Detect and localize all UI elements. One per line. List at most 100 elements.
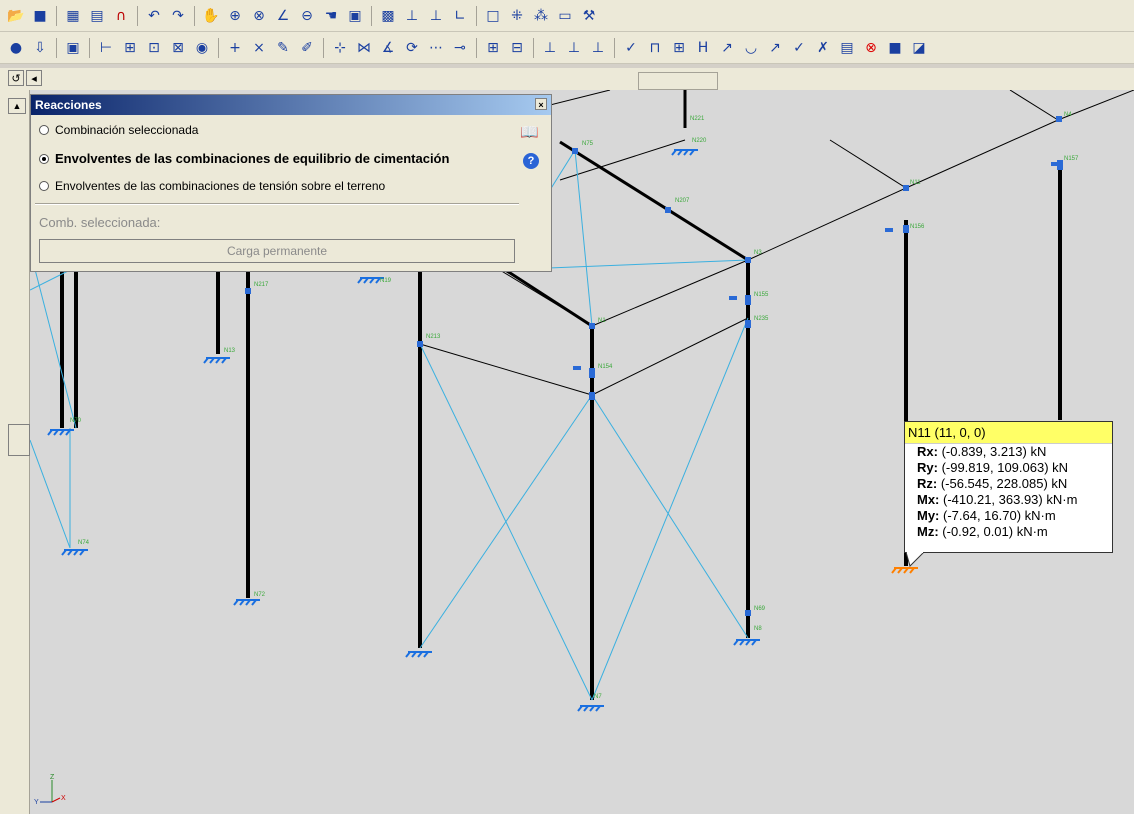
node-label: N11 [910,180,921,186]
axes-icon[interactable]: ∟ [450,6,470,26]
redo-icon[interactable]: ↷ [168,6,188,26]
plus-icon[interactable]: + [225,38,245,58]
diagram-icon[interactable]: ↗ [765,38,785,58]
combination-button[interactable]: Carga permanente [39,239,515,263]
cross-icon[interactable]: × [249,38,269,58]
radio-combinacion-seleccionada[interactable]: Combinación seleccionada [39,123,198,137]
view-toolbar: ↺ ◂ [0,68,1134,90]
dwg-export-icon[interactable]: ▤ [87,6,107,26]
bar-icon[interactable]: ⊢ [96,38,116,58]
load-icon[interactable]: ⊞ [483,38,503,58]
node-label: N156 [910,224,925,230]
axis-y-label: Y [34,799,39,806]
frame-icon[interactable]: ⊓ [645,38,665,58]
beam-icon[interactable]: ⊞ [669,38,689,58]
join-icon[interactable]: ⋈ [354,38,374,58]
h-section-icon[interactable]: H [693,38,713,58]
node-restraint-icon[interactable]: ⊠ [168,38,188,58]
undo-icon[interactable]: ↶ [144,6,164,26]
stop-icon[interactable]: ⊗ [861,38,881,58]
layers-icon[interactable]: ⊥ [402,6,422,26]
close-icon[interactable]: × [535,98,547,110]
node-label: N3 [754,250,762,256]
node-label: N157 [1064,156,1079,162]
tab-placeholder[interactable] [638,72,718,90]
check-icon[interactable]: ✓ [789,38,809,58]
radio-envolventes-tension[interactable]: Envolventes de las combinaciones de tens… [39,179,385,193]
split-icon[interactable]: ⊹ [330,38,350,58]
radio-selected-icon[interactable] [39,153,49,164]
book-icon[interactable]: 📖 [520,123,539,141]
grid-icon[interactable]: ⁜ [507,6,527,26]
node-label: N74 [78,540,90,546]
tooltip-row-label: Mz: [917,524,939,539]
radio-envolventes-equilibrio[interactable]: Envolventes de las combinaciones de equi… [39,151,449,166]
zoom-previous-icon[interactable]: ⊖ [297,6,317,26]
zoom-extents-icon[interactable]: ⊗ [249,6,269,26]
arrow-left-icon[interactable]: ◂ [26,70,42,86]
save-icon[interactable]: ■ [30,6,50,26]
node-icon[interactable]: ⊥ [426,6,446,26]
toolbar-separator [194,5,195,26]
node-label: N69 [754,606,766,612]
restraint-icon[interactable]: ⊥ [540,38,560,58]
scroll-thumb[interactable] [8,424,30,456]
tooltip-row-value: (-56.545, 228.085) kN [937,476,1068,491]
radio-icon[interactable] [39,181,49,191]
tooltip-row-label: My: [917,508,940,523]
find-icon[interactable]: ▩ [378,6,398,26]
panel-titlebar[interactable]: Reacciones × [31,95,551,115]
tooltip-row-rx: Rx: (-0.839, 3.213) kN [905,444,1112,460]
axis-z-label: Z [50,774,55,781]
node-line-icon[interactable]: ⊸ [450,38,470,58]
node-tooltip: N11 (11, 0, 0) Rx: (-0.839, 3.213) kN Ry… [904,421,1113,553]
node-delete-icon[interactable]: ⊡ [144,38,164,58]
snap-icon[interactable]: ⁂ [531,6,551,26]
select-icon[interactable]: ✋ [201,6,221,26]
toolbar-separator [533,37,534,58]
radio-icon[interactable] [39,125,49,135]
view-icon[interactable]: ▭ [555,6,575,26]
help-icon[interactable]: ? [523,153,539,169]
pencil-icon[interactable]: ✎ [273,38,293,58]
curve-icon[interactable]: ◡ [741,38,761,58]
restraint-delete-icon[interactable]: ⊥ [588,38,608,58]
panel-title: Reacciones [35,98,102,112]
globe-icon[interactable]: ● [6,38,26,58]
radio-label: Envolventes de las combinaciones de equi… [55,151,450,166]
results-icon[interactable]: ▣ [63,38,83,58]
report-icon[interactable]: ▤ [837,38,857,58]
redraw-icon[interactable]: ▣ [345,6,365,26]
dash-icon[interactable]: ⋯ [426,38,446,58]
measure-angle-icon[interactable]: ∡ [378,38,398,58]
rotate-icon[interactable]: ⟳ [402,38,422,58]
toolbar-separator [218,37,219,58]
edit-icon[interactable]: ✐ [297,38,317,58]
zoom-window-icon[interactable]: ⊕ [225,6,245,26]
divider [35,203,519,205]
visibility-icon[interactable]: ◉ [192,38,212,58]
rotate-view-icon[interactable]: ↺ [8,70,24,86]
node-label: N220 [692,138,707,144]
check-x-icon[interactable]: ✗ [813,38,833,58]
brush-icon[interactable]: ✓ [621,38,641,58]
node-label: N213 [426,334,441,340]
tools-icon[interactable]: ⚒ [579,6,599,26]
magnet-icon[interactable]: ∩ [111,6,131,26]
node-label: N7 [594,694,602,700]
import-icon[interactable]: ⇩ [30,38,50,58]
restraint-alt-icon[interactable]: ⊥ [564,38,584,58]
open-folder-icon[interactable]: 📂 [6,6,26,26]
deflection-icon[interactable]: ↗ [717,38,737,58]
pan-icon[interactable]: ☚ [321,6,341,26]
printer-icon[interactable]: ⊟ [507,38,527,58]
scroll-up-icon[interactable]: ▲ [8,98,26,114]
secondary-toolbar: ● ⇩ ▣ ⊢ ⊞ ⊡ ⊠ ◉ + × ✎ ✐ ⊹ ⋈ ∡ ⟳ ⋯ ⊸ ⊞ ⊟ … [0,32,1134,64]
measure-icon[interactable]: ∠ [273,6,293,26]
square-icon[interactable]: ■ [885,38,905,58]
node-add-icon[interactable]: ⊞ [120,38,140,58]
dxf-export-icon[interactable]: ▦ [63,6,83,26]
node-label: N155 [754,292,769,298]
export-icon[interactable]: ◪ [909,38,929,58]
rectangle-icon[interactable]: □ [483,6,503,26]
